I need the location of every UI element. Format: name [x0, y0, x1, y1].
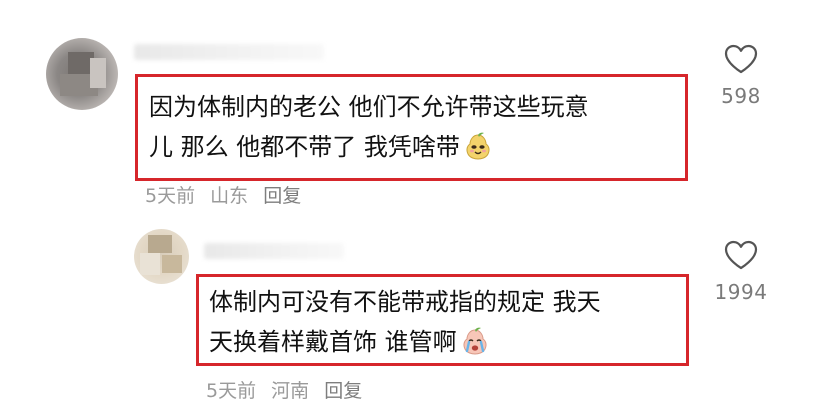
comment-meta: 5天前 山东 回复: [145, 181, 310, 208]
comment-text-line: 天换着样戴首饰 谁管啊: [209, 322, 601, 362]
crying-pear-face-icon: [463, 327, 487, 355]
username-blurred[interactable]: [204, 243, 344, 259]
avatar-blur-block: [162, 255, 182, 273]
avatar-blur-block: [90, 58, 106, 88]
comment-text: 体制内可没有不能带戒指的规定 我天 天换着样戴首饰 谁管啊: [209, 282, 601, 362]
comment-text-segment: 儿 那么 他都不带了 我凭啥带: [149, 133, 460, 161]
comment-meta: 5天前 河南 回复: [206, 376, 371, 403]
comment-text: 因为体制内的老公 他们不允许带这些玩意 儿 那么 他都不带了 我凭啥带: [149, 87, 589, 167]
smug-pear-face-icon: [466, 132, 490, 160]
username-blurred[interactable]: [134, 44, 324, 60]
like-count: 598: [721, 84, 761, 108]
comment-time: 5天前: [206, 380, 257, 402]
heart-icon[interactable]: [724, 240, 758, 270]
like-count: 1994: [714, 280, 768, 304]
comment-body-highlighted[interactable]: 因为体制内的老公 他们不允许带这些玩意 儿 那么 他都不带了 我凭啥带: [135, 74, 688, 181]
comment-text-line: 儿 那么 他都不带了 我凭啥带: [149, 127, 589, 167]
commenter-avatar[interactable]: [46, 38, 118, 110]
comment-location: 山东: [210, 185, 249, 207]
heart-icon[interactable]: [724, 44, 758, 74]
avatar-blur-block: [140, 253, 160, 275]
comment-text-line: 因为体制内的老公 他们不允许带这些玩意: [149, 93, 589, 121]
comment-text-line: 体制内可没有不能带戒指的规定 我天: [209, 288, 601, 316]
reply-button[interactable]: 回复: [263, 185, 301, 207]
commenter-avatar[interactable]: [134, 229, 189, 284]
avatar-blur-block: [148, 235, 172, 253]
comment-location: 河南: [271, 380, 310, 402]
like-control[interactable]: 1994: [701, 240, 781, 304]
comment-body-highlighted[interactable]: 体制内可没有不能带戒指的规定 我天 天换着样戴首饰 谁管啊: [196, 274, 689, 366]
like-control[interactable]: 598: [701, 44, 781, 108]
comment-text-segment: 天换着样戴首饰 谁管啊: [209, 328, 457, 356]
reply-button[interactable]: 回复: [324, 380, 362, 402]
comment-time: 5天前: [145, 185, 196, 207]
